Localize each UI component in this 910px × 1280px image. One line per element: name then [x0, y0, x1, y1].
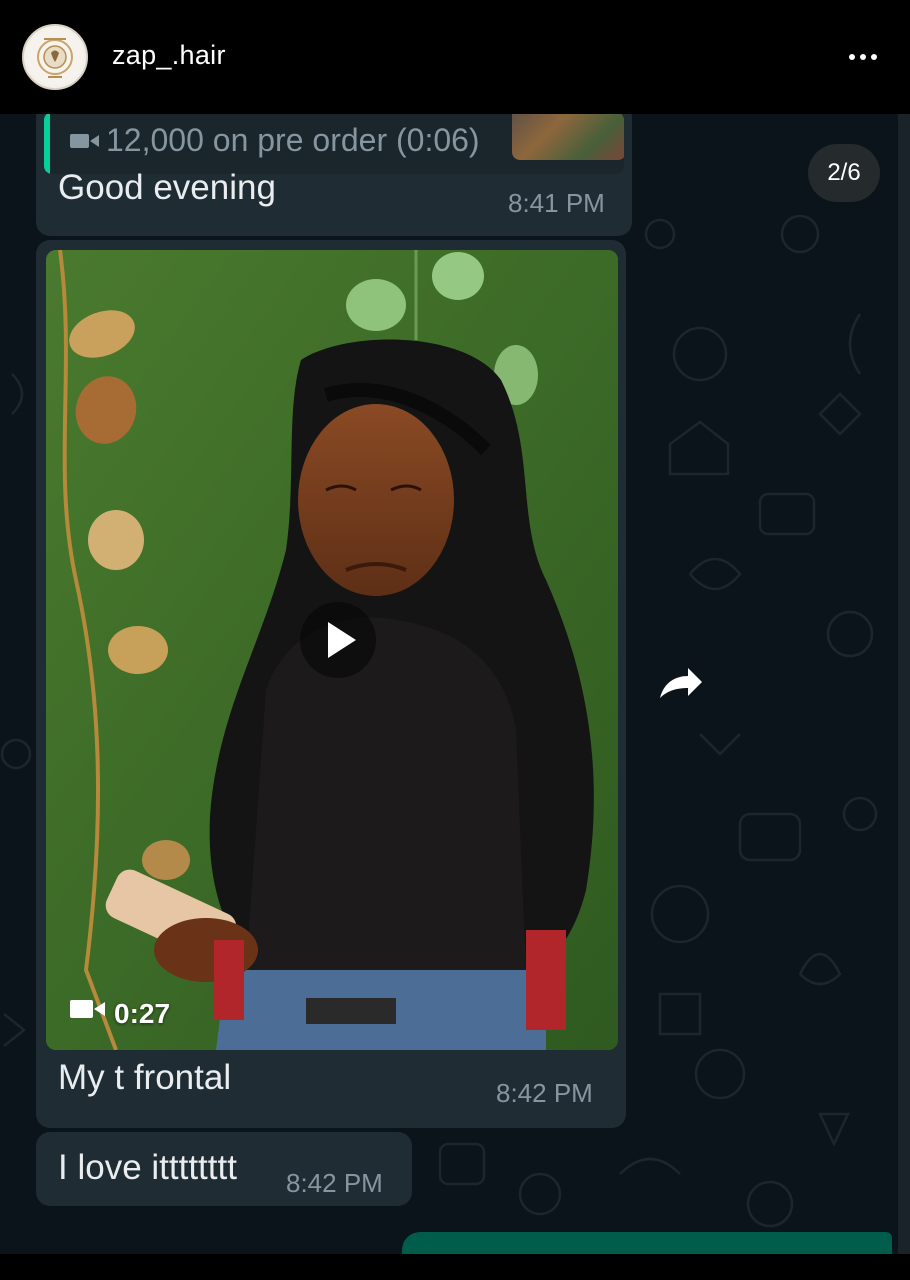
bottom-bar [0, 1254, 910, 1280]
message-bubble-outgoing[interactable] [402, 1232, 892, 1254]
message-bubble-video[interactable]: 0:27 My t frontal 8:42 PM [36, 240, 626, 1128]
video-duration: 0:27 [70, 998, 210, 1032]
username[interactable]: zap_.hair [112, 40, 226, 71]
quoted-thumbnail [512, 114, 624, 160]
chat-screenshot: 12,000 on pre order (0:06) Good evening … [0, 114, 910, 1254]
brand-logo-icon [27, 29, 83, 85]
message-text: Good evening [58, 168, 276, 207]
video-camera-icon [70, 1000, 105, 1018]
message-time: 8:42 PM [286, 1168, 383, 1198]
quoted-text: 12,000 on pre order (0:06) [106, 122, 480, 158]
video-camera-icon [70, 134, 99, 148]
forward-icon[interactable] [656, 664, 706, 704]
play-button[interactable] [300, 602, 376, 678]
message-bubble-text[interactable]: I love itttttttt 8:42 PM [36, 1132, 412, 1206]
message-time: 8:42 PM [496, 1078, 593, 1108]
play-icon [328, 622, 356, 658]
story-counter-text: 2/6 [827, 159, 861, 186]
video-caption: My t frontal [58, 1058, 232, 1097]
quoted-message[interactable]: 12,000 on pre order (0:06) [44, 114, 624, 174]
story-header: zap_.hair [0, 0, 910, 114]
more-horizontal-icon[interactable] [845, 44, 881, 70]
message-text: I love itttttttt [58, 1148, 237, 1187]
video-duration-text: 0:27 [114, 998, 171, 1029]
scroll-edge [898, 114, 910, 1254]
profile-avatar[interactable] [22, 24, 88, 90]
story-counter-badge: 2/6 [808, 144, 880, 202]
quote-accent-bar [44, 114, 50, 174]
video-thumbnail[interactable]: 0:27 [46, 250, 618, 1050]
story-viewer: zap_.hair 12,000 on pre order (0:06) Goo… [0, 0, 910, 1280]
message-bubble-reply[interactable]: 12,000 on pre order (0:06) Good evening … [36, 114, 632, 236]
message-time: 8:41 PM [508, 188, 605, 218]
